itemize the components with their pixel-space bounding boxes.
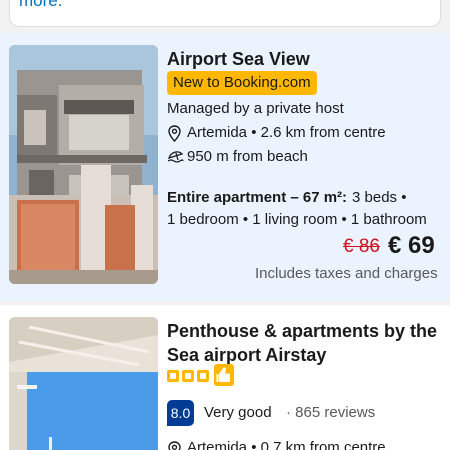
map-pin-icon xyxy=(168,441,181,450)
location-text: Artemida • 0.7 km from centre xyxy=(187,439,386,450)
star-rating xyxy=(167,369,212,387)
previous-listing-card xyxy=(9,0,441,27)
star-icon xyxy=(182,370,194,382)
unit-type: Entire apartment – 67 m²: xyxy=(167,189,348,206)
beds-text: 3 beds • xyxy=(352,189,407,206)
rooms-text: 1 bedroom • 1 living room • 1 bathroom xyxy=(167,211,427,228)
host-text: Managed by a private host xyxy=(167,100,344,117)
property-photo[interactable] xyxy=(9,317,158,450)
star-icon xyxy=(167,370,179,382)
review-count[interactable]: · 865 reviews xyxy=(286,404,375,421)
beach-icon xyxy=(167,149,184,169)
location-text: Artemida • 2.6 km from centre xyxy=(187,124,386,141)
beach-distance-text: 950 m from beach xyxy=(187,148,308,165)
star-icon xyxy=(197,370,209,382)
listing-title-line-1[interactable]: Penthouse & apartments by the xyxy=(167,321,437,342)
listing-card-airport-sea-view[interactable]: Airport Sea View New to Booking.com Mana… xyxy=(0,33,450,301)
listing-title-line-2[interactable]: Sea airport Airstay xyxy=(167,345,326,366)
new-badge: New to Booking.com xyxy=(167,71,317,95)
current-price: € 69 xyxy=(388,232,435,259)
map-pin-icon xyxy=(168,125,181,147)
rating-word: Very good xyxy=(204,404,272,421)
listing-title[interactable]: Airport Sea View xyxy=(167,49,310,70)
taxes-note: Includes taxes and charges xyxy=(255,265,438,282)
more-link[interactable]: more. xyxy=(19,0,62,11)
review-score: 8.0 xyxy=(167,400,194,426)
original-price: € 86 xyxy=(343,236,380,257)
thumbs-up-icon xyxy=(214,364,234,386)
property-photo[interactable] xyxy=(9,45,158,284)
